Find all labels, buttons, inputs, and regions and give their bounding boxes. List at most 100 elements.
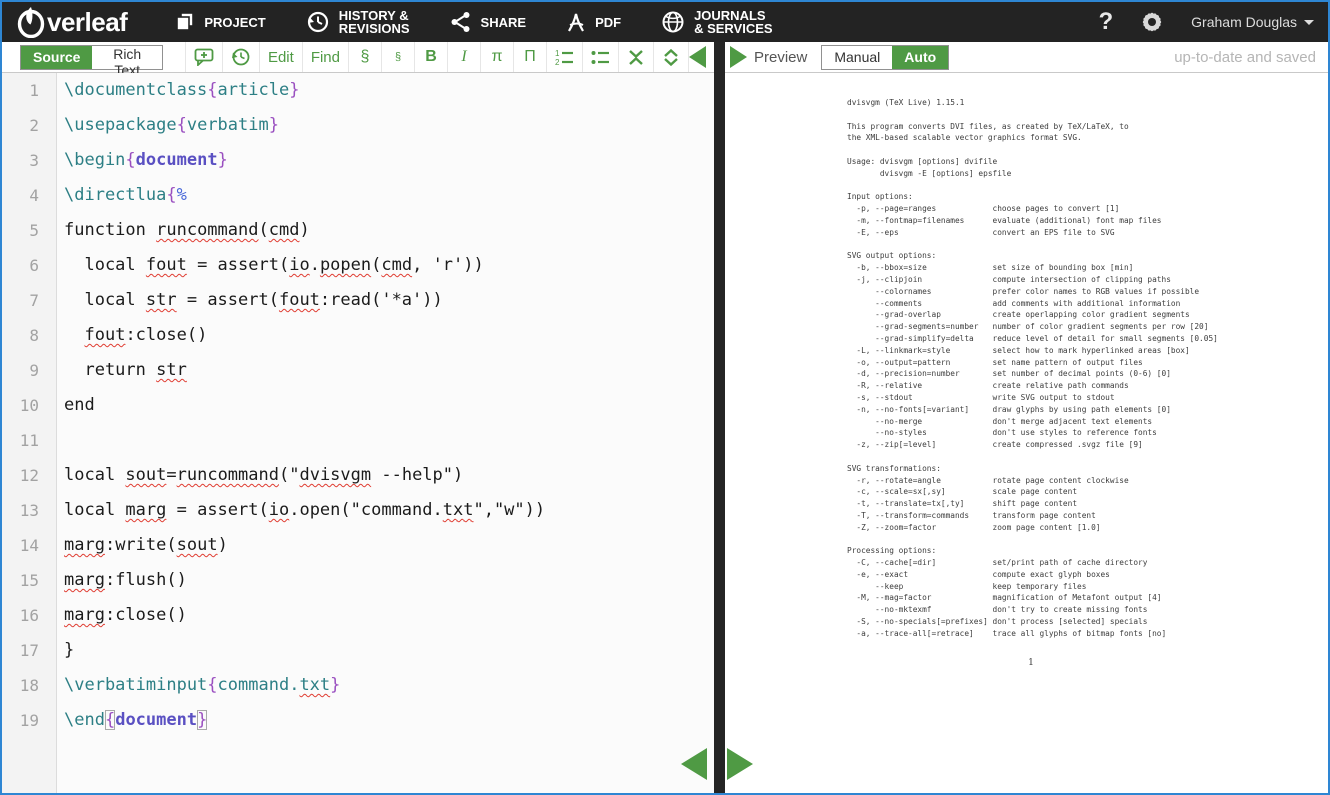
code-line[interactable]: function runcommand(cmd) [64,213,714,248]
chevron-down-icon [1304,20,1314,25]
code-line[interactable]: local fout = assert(io.popen(cmd, 'r')) [64,248,714,283]
add-comment-button[interactable] [186,42,223,72]
line-number[interactable]: 12 [2,458,56,493]
history-arrow-icon [231,47,251,67]
editor-toolbar: Source Rich Text [2,42,714,73]
line-number[interactable]: 19 [2,703,56,738]
code-line[interactable]: \end{document} [64,703,714,738]
user-menu[interactable]: Graham Douglas [1191,14,1314,30]
svg-text:2: 2 [555,58,560,66]
code-editor[interactable]: 12345678910111213141516171819 \documentc… [2,73,714,793]
nav-item-history-revisions[interactable]: HISTORY &REVISIONS [306,9,410,35]
numbered-list-icon: 1 2 [555,49,574,66]
undo-history-button[interactable] [223,42,260,72]
manual-auto-toggle: Manual Auto [821,45,949,70]
find-button[interactable]: Find [303,42,349,72]
bullet-list-button[interactable] [583,42,619,72]
line-number[interactable]: 9 [2,353,56,388]
italic-button[interactable]: I [448,42,481,72]
editor-pane: Source Rich Text [2,42,714,793]
preview-toolbar: Preview Manual Auto up-to-date and saved [725,42,1328,73]
line-number[interactable]: 13 [2,493,56,528]
format-button-group: Edit Find § § B I π Π 1 2 [185,42,689,72]
code-line[interactable]: local sout=runcommand("dvisvgm --help") [64,458,714,493]
svg-text:1: 1 [555,49,560,58]
overleaf-logo[interactable]: verleaf [16,6,127,38]
section-button[interactable]: § [349,42,382,72]
numbered-list-button[interactable]: 1 2 [547,42,583,72]
nav-item-share[interactable]: SHARE [450,11,527,33]
pdf-viewer[interactable]: dvisvgm (TeX Live) 1.15.1 This program c… [725,73,1328,793]
line-number[interactable]: 8 [2,318,56,353]
display-math-button[interactable]: Π [514,42,547,72]
code-line[interactable]: fout:close() [64,318,714,353]
globe-icon [661,10,685,34]
line-number[interactable]: 16 [2,598,56,633]
code-line[interactable]: end [64,388,714,423]
nav-item-pdf[interactable]: PDF [566,11,621,33]
history-clock-icon [306,10,330,34]
code-lines[interactable]: \documentclass{article}\usepackage{verba… [57,73,714,793]
manual-button[interactable]: Manual [822,46,892,69]
inline-math-button[interactable]: π [481,42,514,72]
pane-divider[interactable] [714,42,725,793]
project-pages-icon [175,12,195,32]
auto-button[interactable]: Auto [892,46,948,69]
line-number[interactable]: 10 [2,388,56,423]
collapse-editor-arrow[interactable] [689,46,706,68]
code-line[interactable]: \usepackage{verbatim} [64,108,714,143]
bullet-list-icon [591,49,610,66]
save-status: up-to-date and saved [1174,49,1316,66]
top-navbar: verleaf PROJECT HISTORY &REVISIONS [2,2,1328,42]
nav-item-project[interactable]: PROJECT [175,12,265,32]
code-line[interactable]: } [64,633,714,668]
line-number[interactable]: 17 [2,633,56,668]
line-number[interactable]: 18 [2,668,56,703]
edit-button[interactable]: Edit [260,42,303,72]
expand-lines-button[interactable] [654,42,689,72]
logo-text: verleaf [47,7,127,38]
line-number[interactable]: 6 [2,248,56,283]
rich-text-button[interactable]: Rich Text [92,46,161,69]
code-line[interactable]: marg:close() [64,598,714,633]
pdf-page-number: 1 [847,658,1215,668]
line-number[interactable]: 11 [2,423,56,458]
code-line[interactable]: \begin{document} [64,143,714,178]
nav-item-journals-services[interactable]: JOURNALS& SERVICES [661,9,773,35]
source-button[interactable]: Source [21,46,92,69]
overleaf-window: verleaf PROJECT HISTORY &REVISIONS [0,0,1330,795]
line-number[interactable]: 4 [2,178,56,213]
bold-button[interactable]: B [415,42,448,72]
subsection-button[interactable]: § [382,42,415,72]
code-line[interactable]: \documentclass{article} [64,73,714,108]
help-button[interactable]: ? [1099,8,1114,36]
line-number[interactable]: 5 [2,213,56,248]
collapse-lines-button[interactable] [619,42,654,72]
preview-label: Preview [754,49,807,66]
share-icon [450,11,472,33]
settings-gear-icon[interactable] [1139,9,1165,35]
line-number[interactable]: 2 [2,108,56,143]
code-line[interactable] [64,423,714,458]
line-number[interactable]: 7 [2,283,56,318]
code-line[interactable]: \directlua{% [64,178,714,213]
code-line[interactable]: return str [64,353,714,388]
code-line[interactable]: \verbatiminput{command.txt} [64,668,714,703]
code-line[interactable]: marg:flush() [64,563,714,598]
gutter[interactable]: 12345678910111213141516171819 [2,73,57,793]
code-line[interactable]: marg:write(sout) [64,528,714,563]
navbar-right: ? Graham Douglas [1099,8,1315,36]
pdf-acrobat-icon [566,11,586,33]
preview-pane: Preview Manual Auto up-to-date and saved… [725,42,1328,793]
refresh-preview-arrow[interactable] [730,46,747,68]
source-richtext-toggle: Source Rich Text [20,45,163,70]
line-number[interactable]: 1 [2,73,56,108]
code-line[interactable]: local str = assert(fout:read('*a')) [64,283,714,318]
line-number[interactable]: 15 [2,563,56,598]
collapse-left-pane-arrow[interactable] [681,748,707,780]
comment-plus-icon [194,48,214,66]
code-line[interactable]: local marg = assert(io.open("command.txt… [64,493,714,528]
expand-right-pane-arrow[interactable] [727,748,753,780]
line-number[interactable]: 3 [2,143,56,178]
line-number[interactable]: 14 [2,528,56,563]
